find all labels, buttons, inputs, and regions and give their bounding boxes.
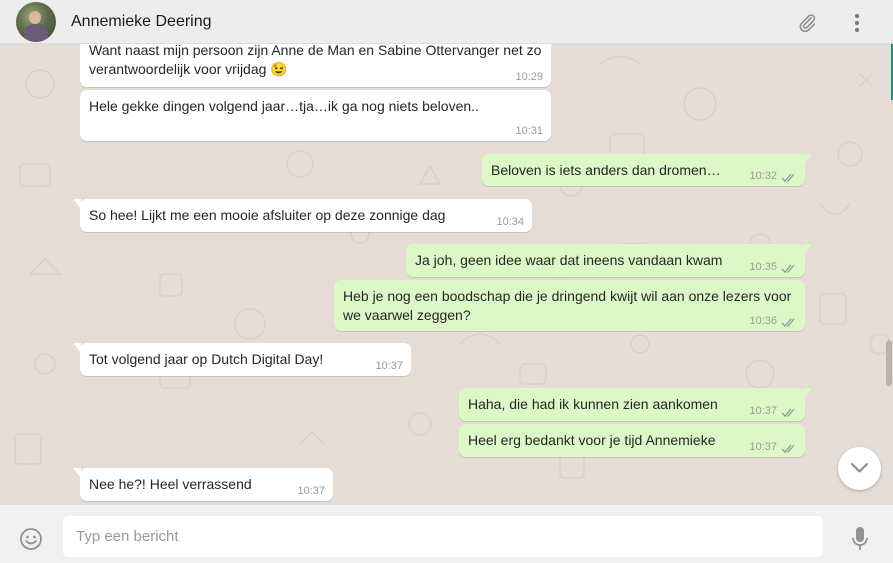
- smiley-icon[interactable]: [19, 527, 43, 551]
- message-text: Ja joh, geen idee waar dat ineens vandaa…: [415, 252, 723, 268]
- kebab-menu-icon[interactable]: [846, 12, 868, 34]
- message-input[interactable]: [63, 516, 823, 557]
- message-time: 10:34: [496, 216, 524, 228]
- message-bubble-outgoing[interactable]: Heel erg bedankt voor je tijd Annemieke …: [459, 424, 805, 457]
- message-time: 10:35: [749, 261, 777, 273]
- message-time: 10:37: [749, 441, 777, 453]
- message-bubble-incoming[interactable]: Nee he?! Heel verrassend 10:37: [73, 468, 333, 501]
- message-text: Want naast mijn persoon zijn Anne de Man…: [89, 44, 542, 77]
- message-text: Heb je nog een boodschap die je dringend…: [343, 288, 792, 323]
- message-text: Tot volgend jaar op Dutch Digital Day!: [89, 351, 324, 367]
- read-ticks-icon: [781, 444, 795, 453]
- message-time: 10:37: [749, 405, 777, 417]
- contact-name[interactable]: Annemieke Deering: [71, 13, 212, 31]
- message-bubble-outgoing[interactable]: Heb je nog een boodschap die je dringend…: [334, 280, 805, 331]
- message-text: Beloven is iets anders dan dromen…: [491, 162, 721, 178]
- chevron-down-icon: [851, 463, 868, 473]
- message-text: Haha, die had ik kunnen zien aankomen: [468, 396, 718, 412]
- read-ticks-icon: [781, 264, 795, 273]
- message-time: 10:37: [297, 485, 325, 497]
- microphone-icon[interactable]: [850, 526, 870, 552]
- message-time: 10:31: [515, 125, 543, 137]
- message-bubble-incoming[interactable]: Tot volgend jaar op Dutch Digital Day! 1…: [73, 343, 411, 376]
- scrollbar-thumb[interactable]: [886, 340, 892, 386]
- message-bubble-outgoing[interactable]: Haha, die had ik kunnen zien aankomen 10…: [459, 388, 812, 421]
- message-time: 10:32: [749, 170, 777, 182]
- read-ticks-icon: [781, 408, 795, 417]
- message-bubble-incoming[interactable]: So hee! Lijkt me een mooie afsluiter op …: [73, 199, 532, 232]
- message-text: So hee! Lijkt me een mooie afsluiter op …: [89, 207, 446, 223]
- contact-avatar[interactable]: [16, 2, 56, 42]
- read-ticks-icon: [781, 318, 795, 327]
- message-text: Hele gekke dingen volgend jaar…tja…ik ga…: [89, 98, 479, 114]
- message-time: 10:29: [515, 71, 543, 83]
- read-ticks-icon: [781, 173, 795, 182]
- message-time: 10:36: [749, 315, 777, 327]
- composer-bar: [0, 505, 893, 563]
- message-bubble-incoming[interactable]: Want naast mijn persoon zijn Anne de Man…: [80, 44, 551, 87]
- message-list[interactable]: Want naast mijn persoon zijn Anne de Man…: [0, 44, 893, 505]
- scroll-to-bottom-button[interactable]: [838, 447, 881, 490]
- message-bubble-outgoing[interactable]: Ja joh, geen idee waar dat ineens vandaa…: [406, 244, 812, 277]
- chat-header: Annemieke Deering: [0, 0, 893, 44]
- message-text: Nee he?! Heel verrassend: [89, 476, 252, 492]
- message-time: 10:37: [375, 360, 403, 372]
- message-text: Heel erg bedankt voor je tijd Annemieke: [468, 432, 716, 448]
- message-bubble-outgoing[interactable]: Beloven is iets anders dan dromen… 10:32: [482, 154, 812, 186]
- message-bubble-incoming[interactable]: Hele gekke dingen volgend jaar…tja…ik ga…: [80, 90, 551, 141]
- paperclip-icon[interactable]: [796, 12, 818, 34]
